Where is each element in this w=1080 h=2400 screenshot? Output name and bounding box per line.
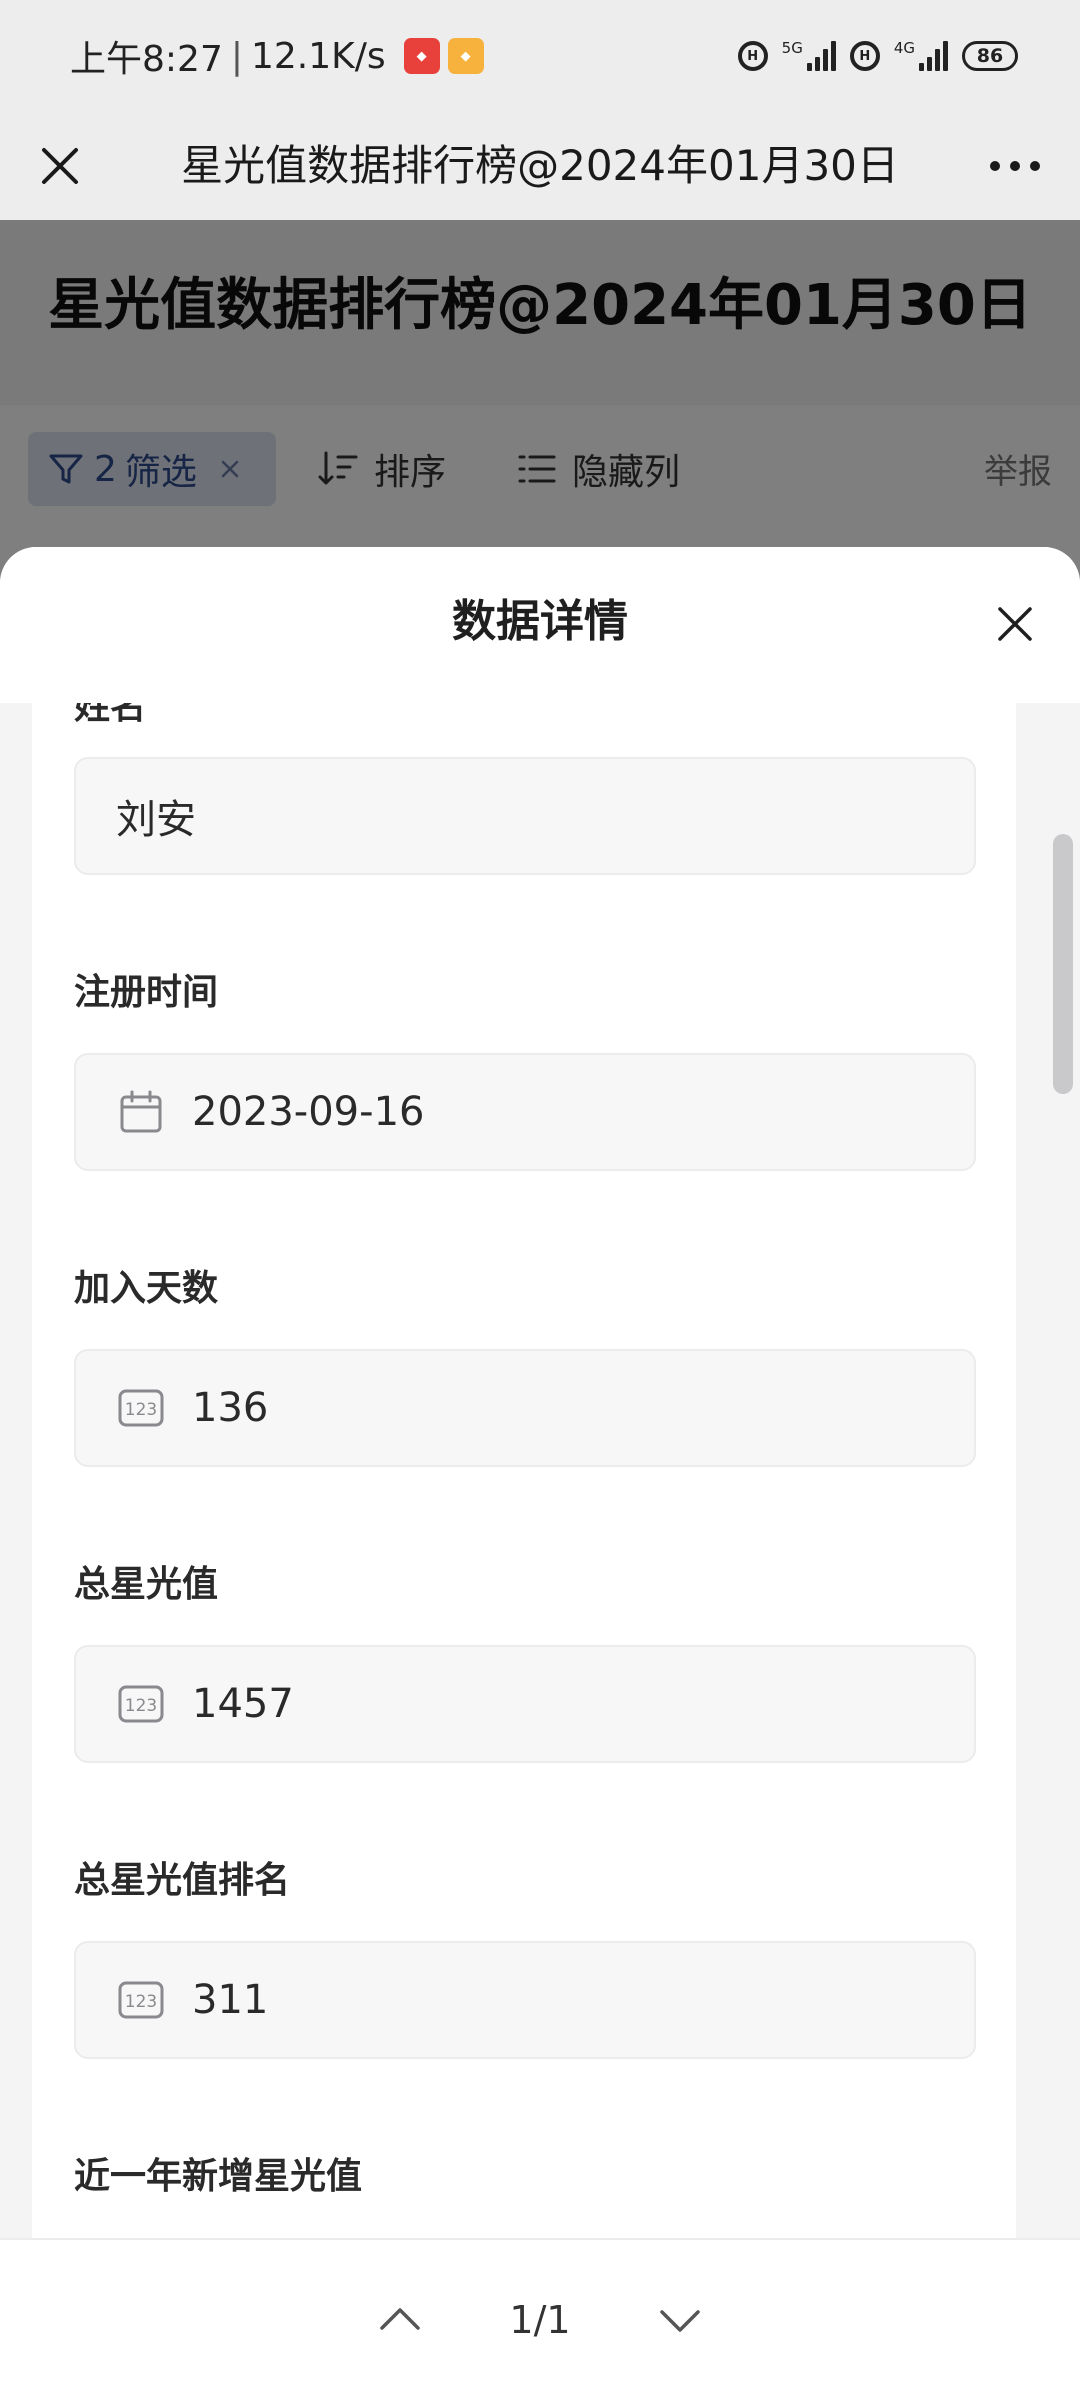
app-notification-icon: ◆ (403, 38, 440, 74)
status-right: H 5G H 4G 86 (737, 39, 1018, 71)
field-label-total-star-rank: 总星光值排名 (74, 1860, 291, 1901)
hd-call-icon: H (737, 41, 768, 71)
svg-text:123: 123 (125, 1400, 157, 1420)
record-pager: 1/1 (0, 2238, 1080, 2400)
more-icon[interactable] (980, 136, 1050, 196)
close-icon[interactable] (990, 599, 1040, 649)
field-value-join-days[interactable]: 123 136 (74, 1349, 976, 1467)
status-separator: | (230, 35, 243, 77)
scrollbar-thumb[interactable] (1053, 834, 1073, 1094)
signal-5g-label: 5G (781, 39, 803, 57)
field-value-text: 2023-09-16 (192, 1089, 425, 1135)
field-value-register-time[interactable]: 2023-09-16 (74, 1053, 976, 1171)
signal-5g: 5G (781, 39, 836, 71)
calendar-icon (120, 1090, 162, 1133)
field-value-name[interactable]: 刘安 (74, 757, 976, 875)
number-icon: 123 (118, 1685, 164, 1723)
chevron-down-icon[interactable] (652, 2292, 708, 2348)
page-indicator: 1/1 (509, 2298, 571, 2342)
status-left: 上午8:27 | 12.1K/s ◆ ◆ (70, 30, 484, 82)
status-time: 上午8:27 (70, 39, 223, 80)
svg-text:123: 123 (125, 1992, 157, 2012)
field-label-yearly-star: 近一年新增星光值 (74, 2156, 363, 2197)
network-speed: 12.1K/s (250, 35, 386, 77)
signal-4g: 4G (893, 39, 948, 71)
detail-sheet: 数据详情 姓名 刘安 注册时间 2023-09-16 加入天数 123 136 … (0, 547, 1080, 2400)
field-label-total-star: 总星光值 (74, 1564, 219, 1605)
field-label-join-days: 加入天数 (74, 1268, 219, 1309)
field-value-total-star-rank[interactable]: 123 311 (74, 1941, 976, 2059)
field-value-text: 311 (192, 1977, 269, 2023)
status-bar: 上午8:27 | 12.1K/s ◆ ◆ H 5G H 4G 86 (0, 0, 1080, 112)
field-value-text: 136 (192, 1385, 269, 1431)
signal-bars-icon (806, 41, 836, 71)
field-label-name: 姓名 (74, 703, 147, 727)
number-icon: 123 (118, 1389, 164, 1427)
field-value-total-star[interactable]: 123 1457 (74, 1645, 976, 1763)
sheet-header: 数据详情 (0, 547, 1080, 703)
app-notification-icon-2: ◆ (447, 38, 484, 74)
nav-bar: 星光值数据排行榜@2024年01月30日 (0, 112, 1080, 220)
detail-card: 姓名 刘安 注册时间 2023-09-16 加入天数 123 136 总星光值 (32, 703, 1016, 2253)
field-value-text: 1457 (192, 1681, 294, 1727)
hd-call-icon-2: H (849, 41, 880, 71)
signal-4g-label: 4G (893, 39, 915, 57)
battery-icon: 86 (962, 41, 1018, 71)
svg-text:123: 123 (125, 1696, 157, 1716)
number-icon: 123 (118, 1981, 164, 2019)
field-value-text: 刘安 (116, 797, 196, 843)
signal-bars-icon-2 (919, 41, 948, 71)
nav-title: 星光值数据排行榜@2024年01月30日 (181, 141, 899, 190)
sheet-title: 数据详情 (452, 596, 628, 647)
field-label-register-time: 注册时间 (74, 972, 219, 1013)
